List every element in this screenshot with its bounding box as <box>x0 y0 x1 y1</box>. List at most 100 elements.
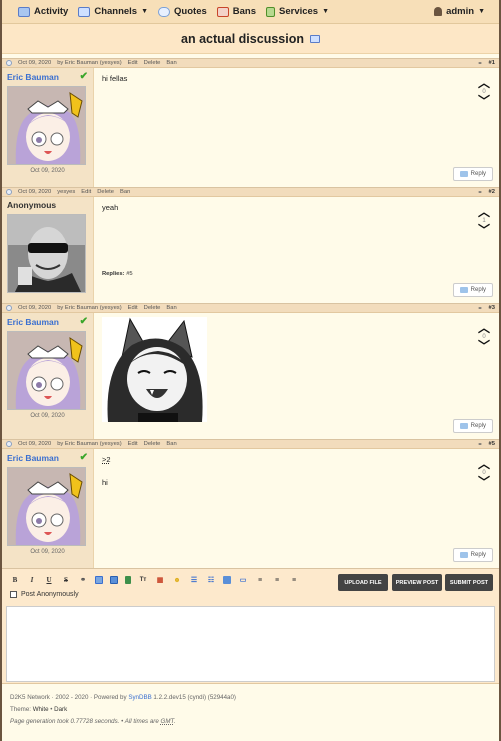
page: Activity Channels ▼ Quotes Bans Services… <box>0 0 501 741</box>
video-icon[interactable] <box>110 576 118 584</box>
post-content: >2 hi ︿ 0 ﹀ Reply <box>94 449 499 568</box>
upload-file-button[interactable]: UPLOAD FILE <box>338 574 388 591</box>
bold-icon[interactable]: B <box>10 575 20 585</box>
clock-icon <box>6 441 12 447</box>
upvote-icon[interactable]: ︿ <box>477 206 491 218</box>
reply-link[interactable]: #5 <box>126 271 132 277</box>
reply-icon <box>459 287 468 293</box>
post-header: Oct 09, 2020 yesyes Edit Delete Ban ⚭ #2 <box>2 188 499 197</box>
delete-link[interactable]: Delete <box>144 441 161 447</box>
replies-list: Replies: #5 <box>102 271 133 277</box>
post-textarea[interactable] <box>6 606 495 682</box>
footer-credit: D2K5 Network · 2002 - 2020 · Powered by <box>10 694 129 701</box>
reply-button[interactable]: Reply <box>452 548 493 562</box>
bullet-list-icon[interactable]: ☰ <box>189 575 199 585</box>
strikethrough-icon[interactable]: S <box>61 575 71 585</box>
delete-link[interactable]: Delete <box>97 189 114 195</box>
syndbb-link[interactable]: SynDBB <box>128 694 151 701</box>
theme-dark-link[interactable]: Dark <box>54 706 67 713</box>
edit-link[interactable]: Edit <box>128 60 138 66</box>
post-number[interactable]: #5 <box>489 441 495 447</box>
reply-button[interactable]: Reply <box>452 283 493 297</box>
edit-link[interactable]: Edit <box>128 305 138 311</box>
quote-icon[interactable]: ▭ <box>238 575 248 585</box>
spoiler-icon[interactable] <box>125 576 131 584</box>
nav-quotes-label: Quotes <box>174 6 207 17</box>
footer: D2K5 Network · 2002 - 2020 · Powered by … <box>2 684 499 736</box>
ban-link[interactable]: Ban <box>166 60 176 66</box>
align-center-icon[interactable]: ≡ <box>272 575 282 585</box>
emoji-icon[interactable]: ☻ <box>172 575 182 585</box>
verified-check-icon: ✔ <box>79 452 88 463</box>
upvote-icon[interactable]: ︿ <box>477 77 491 89</box>
nav-services[interactable]: Services ▼ <box>266 6 329 17</box>
delete-link[interactable]: Delete <box>144 305 161 311</box>
align-left-icon[interactable]: ≡ <box>255 575 265 585</box>
font-size-icon[interactable]: Tт <box>138 575 148 585</box>
post-image[interactable] <box>102 317 207 422</box>
link-icon[interactable]: ⚭ <box>478 441 483 448</box>
author-name[interactable]: Eric Bauman <box>7 317 59 327</box>
theme-white-link[interactable]: White <box>33 706 49 713</box>
reply-label: Reply <box>470 423 486 429</box>
delete-link[interactable]: Delete <box>144 60 161 66</box>
nav-services-label: Services <box>279 6 319 17</box>
submit-post-button[interactable]: SUBMIT POST <box>445 574 493 591</box>
reply-label: Reply <box>470 171 486 177</box>
nav-quotes[interactable]: Quotes <box>158 6 207 17</box>
nav-channels-label: Channels <box>94 6 138 17</box>
ban-link[interactable]: Ban <box>166 305 176 311</box>
underline-icon[interactable]: U <box>44 575 54 585</box>
author-name[interactable]: Eric Bauman <box>7 453 59 463</box>
code-icon[interactable] <box>223 576 231 584</box>
align-right-icon[interactable]: ≡ <box>289 575 299 585</box>
reply-button[interactable]: Reply <box>452 167 493 181</box>
downvote-icon[interactable]: ﹀ <box>477 340 491 352</box>
ban-link[interactable]: Ban <box>120 189 130 195</box>
ban-link[interactable]: Ban <box>166 441 176 447</box>
channels-icon <box>78 6 91 17</box>
upvote-icon[interactable]: ︿ <box>477 322 491 334</box>
preview-post-button[interactable]: PREVIEW POST <box>392 574 442 591</box>
chevron-down-icon: ▼ <box>478 8 485 15</box>
post-number[interactable]: #3 <box>489 305 495 311</box>
link-icon[interactable]: ⚭ <box>78 575 88 585</box>
reply-label: Reply <box>470 287 486 293</box>
page-title: an actual discussion <box>181 31 304 46</box>
reply-button[interactable]: Reply <box>452 419 493 433</box>
post-content: ︿ 0 ﹀ Reply <box>94 313 499 439</box>
downvote-icon[interactable]: ﹀ <box>477 224 491 236</box>
numbered-list-icon[interactable]: ☷ <box>206 575 216 585</box>
link-icon[interactable]: ⚭ <box>478 60 483 67</box>
link-icon[interactable]: ⚭ <box>478 305 483 312</box>
nav-activity-label: Activity <box>34 6 69 17</box>
avatar <box>7 467 86 546</box>
italic-icon[interactable]: I <box>27 575 37 585</box>
page-generation-end: . <box>173 718 176 725</box>
image-icon[interactable] <box>95 576 103 584</box>
upvote-icon[interactable]: ︿ <box>477 458 491 470</box>
downvote-icon[interactable]: ﹀ <box>477 476 491 488</box>
post-anonymously-checkbox[interactable]: Post Anonymously <box>10 591 79 598</box>
reply-icon <box>459 423 468 429</box>
color-icon[interactable]: ▦ <box>155 575 165 585</box>
post-header: Oct 09, 2020 by Eric Bauman (yesyes) Edi… <box>2 440 499 449</box>
edit-link[interactable]: Edit <box>81 189 91 195</box>
edit-link[interactable]: Edit <box>128 441 138 447</box>
post-number[interactable]: #2 <box>489 189 495 195</box>
quote-link[interactable]: >2 <box>102 455 491 464</box>
post-date: Oct 09, 2020 <box>18 305 52 311</box>
user-menu-label: admin <box>446 6 475 17</box>
nav-channels[interactable]: Channels ▼ <box>78 6 148 17</box>
nav-activity[interactable]: Activity <box>18 6 68 17</box>
vote-widget: ︿ 0 ﹀ <box>477 77 491 107</box>
checkbox[interactable] <box>10 591 17 598</box>
footer-version: 1.2.2.dev15 (cyndi) (52944a0) <box>151 694 236 701</box>
nav-bans[interactable]: Bans <box>216 6 256 17</box>
user-menu[interactable]: admin ▼ <box>434 6 485 17</box>
thread-icon[interactable] <box>309 34 320 43</box>
author-name[interactable]: Eric Bauman <box>7 72 59 82</box>
link-icon[interactable]: ⚭ <box>478 189 483 196</box>
post-number[interactable]: #1 <box>489 60 495 66</box>
downvote-icon[interactable]: ﹀ <box>477 95 491 107</box>
